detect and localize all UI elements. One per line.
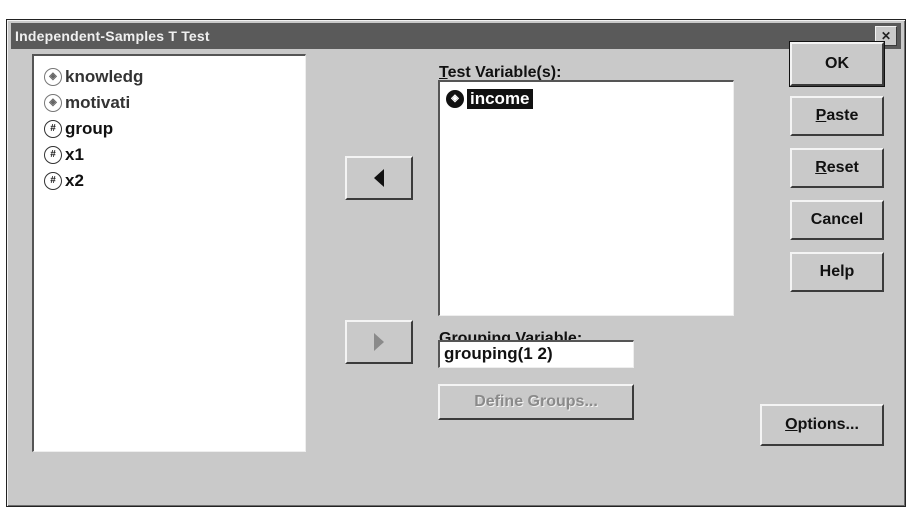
paste-button[interactable]: Paste [790, 96, 884, 136]
numeric-variable-icon: # [44, 120, 62, 138]
cancel-button[interactable]: Cancel [790, 200, 884, 240]
options-button[interactable]: Options... [760, 404, 884, 446]
list-item[interactable]: # group [44, 116, 305, 142]
title-bar[interactable]: Independent-Samples T Test ✕ [11, 23, 901, 49]
numeric-variable-icon: # [44, 146, 62, 164]
help-button[interactable]: Help [790, 252, 884, 292]
numeric-variable-icon: # [44, 172, 62, 190]
arrow-right-icon [374, 333, 384, 351]
list-item[interactable]: # x2 [44, 168, 305, 194]
arrow-left-icon [374, 169, 384, 187]
ok-button[interactable]: OK [789, 41, 885, 87]
list-item[interactable]: ◈ knowledg [44, 64, 305, 90]
define-groups-button[interactable]: Define Groups... [438, 384, 634, 420]
test-variable-list[interactable]: ◈ income [438, 80, 734, 316]
scale-variable-icon: ◈ [44, 94, 62, 112]
list-item[interactable]: ◈ motivati [44, 90, 305, 116]
scale-variable-icon: ◈ [446, 90, 464, 108]
dialog-title: Independent-Samples T Test [15, 28, 210, 44]
list-item[interactable]: # x1 [44, 142, 305, 168]
list-item[interactable]: ◈ income [446, 89, 533, 109]
move-to-test-variables-button[interactable] [345, 156, 413, 200]
scale-variable-icon: ◈ [44, 68, 62, 86]
move-to-grouping-variable-button[interactable] [345, 320, 413, 364]
source-variable-list[interactable]: ◈ knowledg ◈ motivati # group # x1 # x2 [32, 54, 306, 452]
grouping-variable-field[interactable]: grouping(1 2) [438, 340, 634, 368]
reset-button[interactable]: Reset [790, 148, 884, 188]
